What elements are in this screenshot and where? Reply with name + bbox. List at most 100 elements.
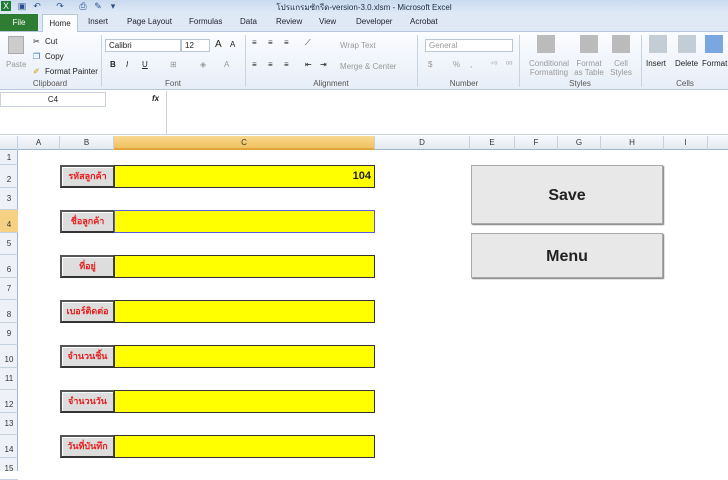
tab-developer[interactable]: Developer bbox=[356, 17, 392, 26]
borders-icon[interactable]: ⊞ bbox=[170, 60, 177, 69]
row-header-15[interactable]: 15 bbox=[0, 458, 18, 480]
row-header-9[interactable]: 9 bbox=[0, 323, 18, 345]
orientation-icon[interactable]: ⟋ bbox=[305, 38, 311, 48]
align-top-icon[interactable]: ≡ bbox=[252, 38, 257, 47]
format-as-table-button[interactable]: Format as Table bbox=[573, 59, 605, 77]
delete-button[interactable]: Delete bbox=[675, 59, 698, 68]
number-format-select[interactable]: General bbox=[425, 39, 513, 52]
ribbon-tabs: Insert Page Layout Formulas Data Review … bbox=[0, 13, 728, 32]
increase-decimal-icon[interactable]: ⁺⁰ bbox=[490, 60, 497, 69]
column-header-g[interactable]: G bbox=[558, 136, 601, 150]
field-value-cell[interactable] bbox=[114, 390, 375, 413]
field-label: จำนวนชิ้น bbox=[60, 345, 115, 368]
tab-acrobat[interactable]: Acrobat bbox=[410, 17, 438, 26]
divider bbox=[519, 35, 520, 87]
tab-formulas[interactable]: Formulas bbox=[189, 17, 222, 26]
row-header-7[interactable]: 7 bbox=[0, 278, 18, 300]
row-header-1[interactable]: 1 bbox=[0, 150, 18, 165]
group-label-font: Font bbox=[164, 79, 181, 88]
column-header-i[interactable]: I bbox=[664, 136, 708, 150]
row-header-5[interactable]: 5 bbox=[0, 233, 18, 255]
field-value-cell[interactable] bbox=[114, 255, 375, 278]
column-header-h[interactable]: H bbox=[601, 136, 664, 150]
group-label-clipboard: Clipboard bbox=[32, 79, 68, 88]
tab-file[interactable]: File bbox=[0, 14, 38, 31]
menu-button[interactable]: Menu bbox=[471, 233, 663, 278]
align-left-icon[interactable]: ≡ bbox=[252, 60, 257, 69]
align-bottom-icon[interactable]: ≡ bbox=[284, 38, 289, 47]
select-all-button[interactable] bbox=[0, 136, 18, 150]
column-header-e[interactable]: E bbox=[470, 136, 515, 150]
row-header-14[interactable]: 14 bbox=[0, 435, 18, 458]
row-header-12[interactable]: 12 bbox=[0, 390, 18, 413]
field-label: ที่อยู่ bbox=[60, 255, 115, 278]
column-header-f[interactable]: F bbox=[515, 136, 558, 150]
tab-review[interactable]: Review bbox=[276, 17, 302, 26]
column-header-d[interactable]: D bbox=[375, 136, 470, 150]
paste-button[interactable]: Paste bbox=[6, 60, 26, 69]
align-center-icon[interactable]: ≡ bbox=[268, 60, 273, 69]
tab-page-layout[interactable]: Page Layout bbox=[127, 17, 172, 26]
tab-view[interactable]: View bbox=[319, 17, 336, 26]
underline-button[interactable]: U bbox=[142, 60, 148, 69]
percent-button[interactable]: % bbox=[453, 60, 460, 69]
wrap-text-button[interactable]: Wrap Text bbox=[340, 41, 376, 50]
row-header-13[interactable]: 13 bbox=[0, 413, 18, 435]
row-header-11[interactable]: 11 bbox=[0, 368, 18, 390]
cell-styles-button[interactable]: Cell Styles bbox=[609, 59, 633, 77]
save-button[interactable]: Save bbox=[471, 165, 663, 224]
cut-button[interactable]: Cut bbox=[45, 37, 57, 46]
insert-button[interactable]: Insert bbox=[646, 59, 666, 68]
conditional-formatting-button[interactable]: Conditional Formatting bbox=[524, 59, 574, 77]
field-value-cell[interactable] bbox=[114, 210, 375, 233]
indent-decrease-icon[interactable]: ⇤ bbox=[305, 60, 312, 69]
font-size-select[interactable]: 12 bbox=[181, 39, 210, 52]
decrease-decimal-icon[interactable]: ⁰⁰ bbox=[506, 60, 512, 69]
row-header-10[interactable]: 10 bbox=[0, 345, 18, 368]
row-header-4[interactable]: 4 bbox=[0, 210, 18, 233]
align-right-icon[interactable]: ≡ bbox=[284, 60, 289, 69]
tab-home[interactable]: Home bbox=[42, 14, 78, 33]
grow-font-icon[interactable]: A bbox=[215, 39, 222, 50]
insert-function-icon[interactable]: fx bbox=[152, 94, 159, 103]
italic-button[interactable]: I bbox=[126, 60, 128, 69]
row-header-8[interactable]: 8 bbox=[0, 300, 18, 323]
field-value-cell[interactable]: 104 bbox=[114, 165, 375, 188]
comma-button[interactable]: , bbox=[470, 60, 472, 69]
font-name-select[interactable]: Calibri bbox=[105, 39, 181, 52]
row-header-2[interactable]: 2 bbox=[0, 165, 18, 188]
format-table-icon bbox=[580, 35, 598, 53]
currency-icon[interactable]: $ bbox=[428, 60, 432, 69]
column-header-a[interactable]: A bbox=[18, 136, 60, 150]
name-box[interactable]: C4 bbox=[0, 92, 106, 107]
column-header-c[interactable]: C bbox=[114, 136, 375, 150]
row-header-6[interactable]: 6 bbox=[0, 255, 18, 278]
divider bbox=[101, 35, 102, 87]
tab-data[interactable]: Data bbox=[240, 17, 257, 26]
tab-insert[interactable]: Insert bbox=[88, 17, 108, 26]
bold-button[interactable]: B bbox=[110, 60, 116, 69]
delete-cells-icon bbox=[678, 35, 696, 53]
field-value-cell[interactable] bbox=[114, 435, 375, 458]
shrink-font-icon[interactable]: A bbox=[230, 40, 235, 49]
field-label: จำนวนวัน bbox=[60, 390, 115, 413]
field-value-cell[interactable] bbox=[114, 345, 375, 368]
format-button[interactable]: Format bbox=[702, 59, 727, 68]
copy-button[interactable]: Copy bbox=[45, 52, 64, 61]
group-label-styles: Styles bbox=[569, 79, 591, 88]
indent-increase-icon[interactable]: ⇥ bbox=[320, 60, 327, 69]
align-middle-icon[interactable]: ≡ bbox=[268, 38, 273, 47]
field-label: รหัสลูกค้า bbox=[60, 165, 115, 188]
copy-icon: ❐ bbox=[33, 52, 41, 61]
formula-input[interactable] bbox=[166, 91, 728, 135]
format-painter-button[interactable]: Format Painter bbox=[45, 67, 98, 76]
field-value-cell[interactable] bbox=[114, 300, 375, 323]
row-header-3[interactable]: 3 bbox=[0, 188, 18, 210]
title-bar: X ▣ ↶ ↷ ⎙ ✎ ▾ โปรแกรมซักรีด-version-3.0.… bbox=[0, 0, 728, 13]
column-header-b[interactable]: B bbox=[60, 136, 114, 150]
fill-color-icon[interactable]: ◈ bbox=[200, 60, 206, 69]
merge-center-button[interactable]: Merge & Center bbox=[340, 62, 396, 71]
font-color-icon[interactable]: A bbox=[224, 60, 229, 69]
field-label: วันที่บันทึก bbox=[60, 435, 115, 458]
insert-cells-icon bbox=[649, 35, 667, 53]
